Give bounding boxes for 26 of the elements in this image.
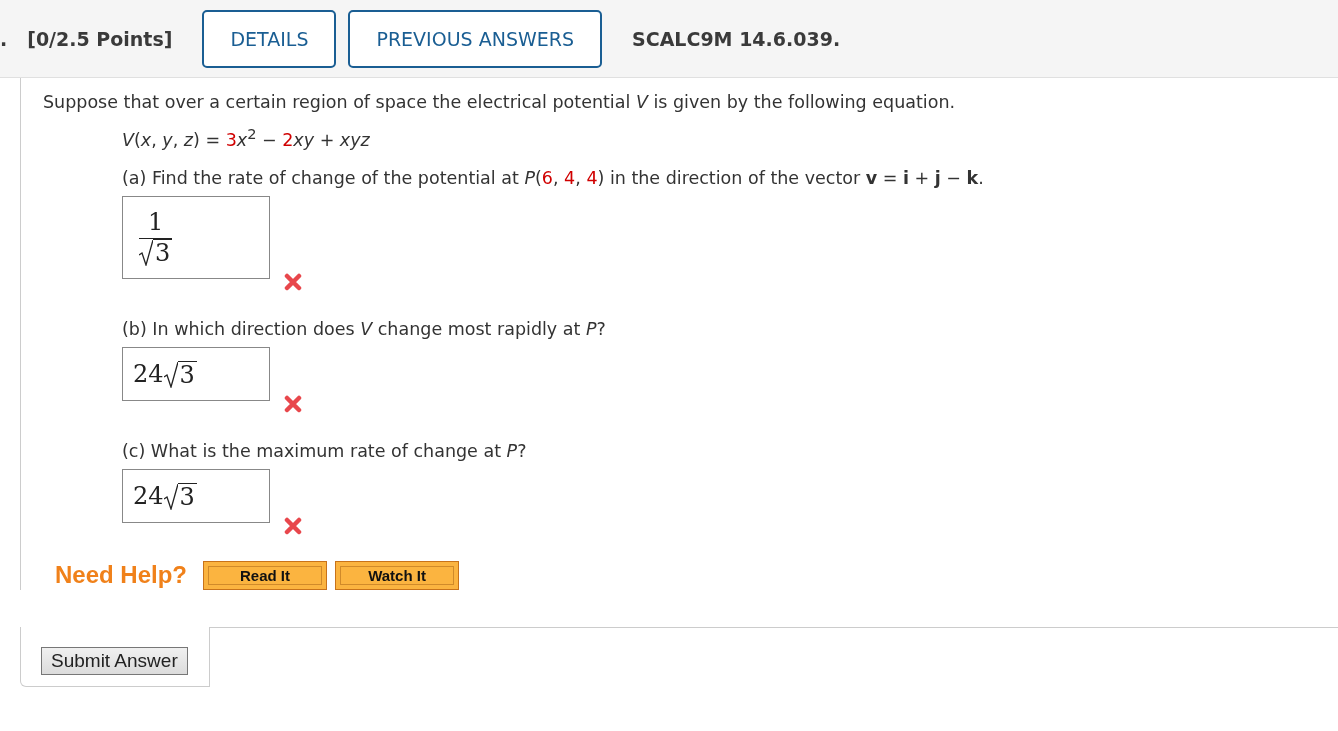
answer-box[interactable]: 24 3 — [122, 468, 270, 523]
question-text: Suppose that over a certain region of space the electrical potential V is given by the following equation. — [43, 91, 957, 114]
radical-sign-icon — [163, 361, 178, 388]
radicand: 3 — [177, 482, 197, 510]
coefficient: 24 — [133, 359, 164, 388]
radical-sign-icon — [139, 240, 153, 267]
problem-code: SCALC9M 14.6.039. — [632, 27, 841, 50]
part-prompt: (c) What is the maximum rate of change at P? — [122, 439, 528, 463]
answer-box[interactable]: 1 3 — [122, 195, 270, 279]
header-button[interactable]: PREVIOUS ANSWERS — [348, 9, 602, 68]
equation: V(x, y, z) = 3x$^{2}$ − 2xy + xyz — [122, 124, 371, 152]
part-prompt: (b) In which direction does V change most rapidly at P? — [122, 317, 607, 341]
need-help-label: Need Help? — [55, 561, 188, 590]
answer-box[interactable]: 24 3 — [122, 346, 270, 401]
help-button[interactable]: Watch It — [335, 560, 460, 590]
header-button[interactable]: DETAILS — [202, 9, 337, 68]
part-prompt: (a) Find the rate of change of the potential at P(6, 4, 4) in the direction of the vector v = i + j − k. — [122, 166, 985, 190]
radicand: 3 — [153, 239, 173, 267]
points-label: [0/2.5 Points] — [27, 27, 173, 50]
numerator: 1 — [147, 208, 165, 239]
coefficient: 24 — [133, 481, 164, 510]
submit-button[interactable]: Submit Answer — [41, 646, 188, 675]
help-button[interactable]: Read It — [203, 560, 328, 590]
radical-sign-icon — [163, 483, 178, 510]
radicand: 3 — [177, 360, 197, 388]
question-number: . — [0, 27, 8, 50]
